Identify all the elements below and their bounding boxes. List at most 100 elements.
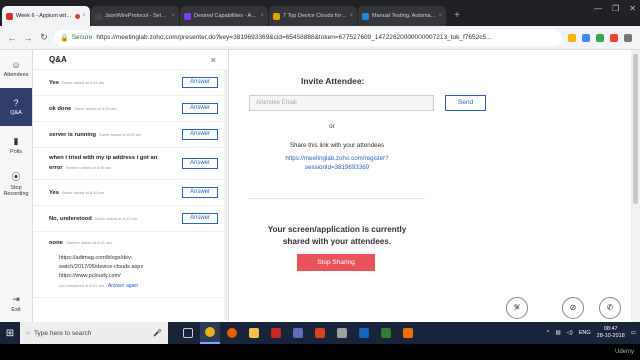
address-bar[interactable]: 🔒 Secure https://meetinglab.zoho.com/pre…	[54, 29, 562, 46]
app-icon[interactable]	[354, 322, 374, 344]
question-text: when i tried with my ip address i got an…	[49, 154, 173, 173]
language-indicator[interactable]: ENG	[579, 330, 591, 336]
share-text: Share this link with your attendees	[289, 142, 385, 149]
answer-button[interactable]: Answer	[182, 77, 218, 88]
answer-again-link[interactable]: Answer again	[108, 283, 138, 289]
file-explorer-icon[interactable]	[244, 322, 264, 344]
answer-button[interactable]: Answer	[182, 129, 218, 140]
answer-button[interactable]: Answer	[182, 187, 218, 198]
chrome-icon[interactable]	[200, 322, 220, 344]
exit-icon: ⇥	[12, 293, 20, 304]
session-link[interactable]: https://meetinglab.zoho.com/register? se…	[269, 154, 405, 172]
sidebar-item-attendees[interactable]: ☺ Attendees	[0, 50, 32, 88]
send-button[interactable]: Send	[445, 95, 486, 111]
question-body: ok done	[49, 105, 72, 112]
notification-icon[interactable]: ▭	[631, 330, 636, 336]
sharing-status: Your screen/application is currently sha…	[249, 224, 425, 248]
app-icon[interactable]	[332, 322, 352, 344]
tab-favicon-icon	[362, 12, 369, 20]
maximize-icon[interactable]: ❐	[612, 4, 619, 13]
menu-icon[interactable]	[624, 33, 632, 42]
browser-tab-bar: Week 6 - Appium with Py × JsonWireProtocol…	[0, 0, 640, 26]
sidebar-item-stop-recording[interactable]: ⦿ Stop Recording	[0, 164, 32, 202]
close-tab-icon[interactable]: ×	[260, 13, 264, 19]
answer-meta-row: you answered at 8:41 am Answer again	[59, 281, 218, 291]
question-item: none Harleen asked at 8:41 am https://adtm…	[33, 232, 228, 298]
windows-start-icon[interactable]: ⊞	[0, 328, 20, 339]
sidebar-item-label: Attendees	[3, 72, 29, 78]
close-tab-icon[interactable]: ×	[349, 13, 353, 19]
sharing-status-line1: Your screen/application is currently	[267, 225, 407, 234]
question-item: ok done Samir asked at 8:34 am Answer	[33, 96, 228, 122]
question-text: ok done Samir asked at 8:34 am	[49, 104, 116, 114]
stop-sharing-button[interactable]: Stop Sharing	[297, 254, 375, 271]
app-icon[interactable]	[376, 322, 396, 344]
search-placeholder: Type here to search	[33, 329, 92, 337]
answer-button[interactable]: Answer	[182, 213, 218, 224]
network-icon[interactable]: ▥	[555, 330, 560, 336]
question-list: Yes Samir asked at 8:34 am Answer ok done Sa…	[33, 70, 228, 298]
attendee-email-input[interactable]: Attendee Email	[249, 95, 434, 111]
question-item: server is running Samir asked at 8:35 am A…	[33, 122, 228, 148]
divider	[249, 198, 425, 199]
tab-title: Manual Testing, Automation	[372, 13, 437, 19]
volume-icon[interactable]: ◁)	[567, 330, 573, 336]
app-icon[interactable]	[398, 322, 418, 344]
browser-toolbar: ← → ↻ 🔒 Secure https://meetinglab.zoho.c…	[0, 26, 640, 50]
browser-tab[interactable]: JsonWireProtocol - Seleniu ×	[91, 6, 179, 26]
extension-icon[interactable]	[596, 33, 604, 42]
tab-favicon-icon	[184, 12, 191, 20]
clock-time: 08:47	[603, 326, 618, 332]
tab-title: 7 Top Device Clouds for Mob	[283, 13, 348, 19]
answer-button[interactable]: Answer	[182, 103, 218, 114]
task-view-icon[interactable]	[178, 322, 198, 344]
page-scrollbar[interactable]	[631, 50, 640, 322]
exit-button[interactable]: ⇥ Exit	[0, 284, 32, 322]
extension-icon[interactable]	[582, 33, 590, 42]
star-icon[interactable]	[568, 33, 576, 42]
app-icon[interactable]	[266, 322, 286, 344]
lock-icon: 🔒	[60, 34, 69, 42]
secure-label: Secure	[71, 34, 93, 41]
phone-icon[interactable]: ✆	[599, 297, 621, 319]
scrollbar-thumb[interactable]	[633, 54, 638, 204]
tab-title: JsonWireProtocol - Seleniu	[105, 13, 170, 19]
firefox-icon[interactable]	[222, 322, 242, 344]
minimize-icon[interactable]: —	[594, 4, 602, 13]
sidebar-item-polls[interactable]: ▮ Polls	[0, 126, 32, 164]
new-tab-button[interactable]: +	[450, 9, 464, 23]
close-tab-icon[interactable]: ×	[171, 13, 175, 19]
sidebar-item-qa[interactable]: ? Q&A	[0, 88, 32, 126]
system-tray: ^ ▥ ◁) ENG 08:47 28-10-2018 ▭	[547, 322, 636, 344]
microphone-icon[interactable]: 🎤	[153, 329, 162, 337]
browser-tab[interactable]: Desired Capabilities - Appium×	[180, 6, 268, 26]
tray-arrow-icon[interactable]: ^	[547, 330, 550, 336]
udemy-watermark: Udemy	[614, 349, 634, 355]
extension-icon[interactable]	[610, 33, 618, 42]
or-separator: or	[329, 123, 335, 130]
browser-tab[interactable]: 7 Top Device Clouds for Mob ×	[269, 6, 357, 26]
close-icon[interactable]: ×	[211, 55, 216, 65]
close-tab-icon[interactable]: ×	[438, 13, 442, 19]
video-off-icon[interactable]: ⊘	[562, 297, 584, 319]
forward-icon[interactable]: →	[22, 33, 34, 43]
close-window-icon[interactable]: ✕	[629, 4, 636, 13]
clock[interactable]: 08:47 28-10-2018	[597, 326, 625, 340]
question-meta: Samir asked at 8:41 am	[94, 215, 138, 221]
qa-scrollbar[interactable]	[224, 70, 228, 320]
taskbar-search[interactable]: ○ Type here to search 🎤	[20, 322, 168, 344]
browser-tab[interactable]: Manual Testing, Automation ×	[358, 6, 446, 26]
sharing-status-line2: shared with your attendees.	[282, 237, 392, 246]
app-icon[interactable]	[310, 322, 330, 344]
browser-tab[interactable]: Week 6 - Appium with Py ×	[2, 6, 90, 26]
question-item: No, understood Samir asked at 8:41 am Answ…	[33, 206, 228, 232]
answer-button[interactable]: Answer	[182, 158, 218, 169]
mic-off-icon[interactable]: ✎̸	[506, 297, 528, 319]
tab-title: Week 6 - Appium with Py	[16, 13, 74, 19]
main-content: Invite Attendee: Attendee Email Send or …	[229, 50, 631, 322]
app-icon[interactable]	[288, 322, 308, 344]
close-tab-icon[interactable]: ×	[82, 13, 86, 19]
question-item: Yes Samir asked at 8:38 pm Answer	[33, 180, 228, 206]
reload-icon[interactable]: ↻	[38, 32, 50, 43]
back-icon[interactable]: ←	[6, 33, 18, 43]
